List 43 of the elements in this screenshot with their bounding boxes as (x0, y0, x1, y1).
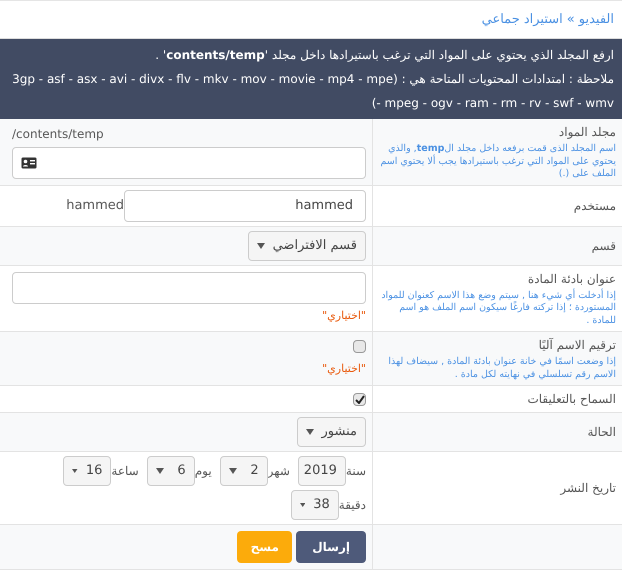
dropdown[interactable]: 6 (146, 456, 195, 486)
field-label: عنوان بادئة المادة (526, 270, 616, 288)
dropdown-caret-icon (306, 429, 314, 435)
checkmark-icon (354, 394, 364, 404)
checkbox[interactable] (353, 340, 366, 353)
dropdown-caret-icon (156, 468, 164, 474)
dropdown-caret-icon (300, 502, 306, 508)
dropdown[interactable]: 16 (63, 456, 112, 486)
folder-path: /contents/temp (12, 126, 104, 143)
submit-button[interactable]: إرسال (296, 531, 366, 563)
field-label: مستخدم (572, 198, 616, 214)
field-hint: إذا أدخلت أي شيء هنا , سيتم وضع هذا الاسم كعنوان للمواد المستوردة ؛ إذا تركته فارغًا سيكون اسم الملف هو اسم للمادة . (380, 290, 616, 327)
checkbox[interactable] (353, 392, 366, 406)
dropdown[interactable]: قسم الافتراضي (248, 230, 366, 260)
breadcrumb-current: استيراد جماعي (482, 10, 563, 29)
dropdown[interactable]: 2019 (298, 456, 346, 486)
username-input[interactable]: hammed (124, 190, 366, 222)
field-label: الحالة (586, 424, 616, 441)
date-part-label: سنة (346, 463, 366, 480)
breadcrumb-separator: » (566, 10, 575, 29)
dropdown-caret-icon (256, 242, 265, 248)
dropdown[interactable]: 38 (290, 490, 339, 520)
field-label: قسم (590, 238, 616, 254)
optional-note: "اختياري" (322, 360, 366, 377)
date-part-label: يوم (194, 463, 212, 480)
date-part-label: دقيقة (338, 497, 366, 514)
dropdown[interactable]: منشور (296, 417, 366, 447)
dropdown-caret-icon (72, 468, 78, 474)
dropdown[interactable]: 2 (220, 456, 268, 486)
optional-note: "اختياري" (322, 308, 366, 324)
field-label: السماح بالتعليقات (526, 391, 616, 408)
date-part-label: ساعة (111, 463, 139, 480)
folder-input[interactable] (12, 146, 366, 179)
id-card-icon (21, 156, 37, 169)
field-label: تاريخ النشر (558, 480, 616, 497)
field-label: مجلد المواد (558, 124, 616, 141)
dropdown-caret-icon (228, 468, 237, 474)
field-hint: إذا وضعت اسمًا في خانة عنوان بادئة المادة , سيضاف لهذا الاسم رقم تسلسلي في نهايته لكل مادة . (387, 356, 616, 381)
title-prefix-input[interactable] (12, 272, 366, 304)
username-label: hammed (66, 196, 124, 215)
field-label: ترقيم الاسم آليًا (538, 336, 616, 354)
date-part-label: شهر (268, 463, 290, 480)
notice-text: ملاحظة : امتدادات المحتويات المتاحة هي : (3gp - asf - asx - avi - divx - flv - mkv - mov - movie - mp4 - mpe - mpeg - ogv - ram - rm - rv - swf - wmv) (11, 71, 614, 112)
